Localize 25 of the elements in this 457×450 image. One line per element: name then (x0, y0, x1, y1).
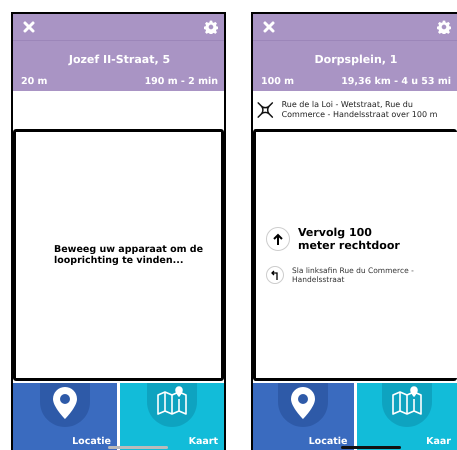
close-icon[interactable] (263, 21, 275, 33)
distance-text: 20 m (21, 76, 48, 87)
turn-left-icon (270, 270, 280, 280)
remaining-text: 190 m - 2 min (144, 76, 218, 87)
tab-label: Locatie (72, 436, 111, 447)
remaining-text: 19,36 km - 4 u 53 mi (341, 76, 451, 87)
nav-tab[interactable]: Locatie (13, 383, 117, 450)
tab-label: Locatie (308, 436, 348, 447)
instruction-message: Beweeg uw apparaat om de looprichting te vinden... (53, 244, 204, 266)
destination-title: Jozef II-Straat, 5 (67, 53, 172, 66)
destination-title: Dorpsplein, 1 (314, 53, 398, 66)
settings-icon[interactable] (204, 20, 218, 34)
tab-label: Kaar (426, 436, 451, 447)
nav-tab[interactable]: Locatie (253, 383, 354, 450)
map-icon (156, 386, 188, 416)
location-pin-icon (290, 386, 316, 420)
map-icon (390, 386, 423, 416)
arrow-up-icon (272, 232, 284, 246)
close-icon[interactable] (23, 21, 35, 33)
location-pin-icon (52, 386, 78, 420)
step-text: Vervolg 100 meter rechtdoor (298, 226, 401, 252)
settings-icon[interactable] (437, 20, 451, 34)
tab-label: Kaart (188, 436, 218, 447)
maneuver-text: Rue de la Loi - Wetstraat, Rue du Commerce - Handelsstraat over 100 m (282, 100, 438, 120)
distance-text: 100 m (261, 76, 294, 87)
